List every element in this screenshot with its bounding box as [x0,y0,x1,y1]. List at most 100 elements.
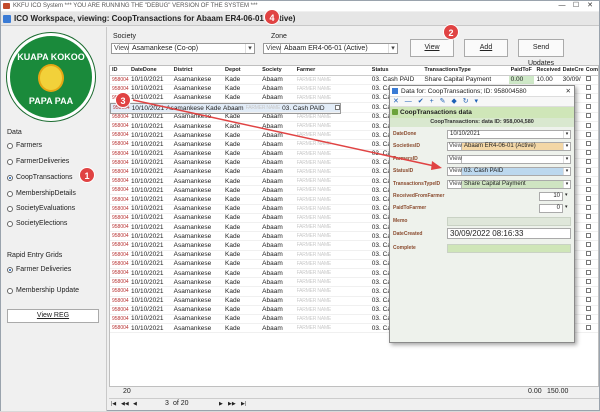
cell-complete[interactable] [583,84,598,94]
checkbox-icon[interactable] [585,251,591,257]
complete-checkbox[interactable] [447,244,571,254]
cell-complete[interactable] [583,167,598,178]
col-paid[interactable]: PaidToF [508,66,535,76]
cell-complete[interactable] [583,231,598,242]
spinner-icon[interactable]: ▾ [565,204,568,210]
cell-complete[interactable] [583,305,598,315]
checkbox-icon[interactable] [585,177,591,183]
cell-complete[interactable] [583,158,598,168]
cell-complete[interactable] [583,240,598,251]
col-datecreated[interactable]: DateCre [560,66,584,76]
cell-complete[interactable] [583,75,598,85]
cell-complete[interactable] [583,130,598,141]
checkbox-icon[interactable] [585,232,591,238]
radio-rapid-farmer-deliveries[interactable]: Farmer Deliveries [7,266,71,273]
minimize-button[interactable]: — [555,1,569,11]
cell-complete[interactable] [583,323,598,334]
table-row[interactable]: 95800410/10/2021AsamankeseKadeAbaamFARME… [110,103,341,115]
cell-complete[interactable] [583,296,598,306]
checkbox-icon[interactable] [585,150,591,156]
checkbox-icon[interactable] [585,324,591,330]
cell-complete[interactable] [583,185,598,196]
dialog-close-button[interactable]: ✕ [566,86,571,97]
cell-complete[interactable] [583,268,598,279]
farmers-field[interactable]: View ▾ [447,154,571,164]
col-received[interactable]: Received [534,66,561,76]
cell-complete[interactable] [583,286,598,297]
nav-last-button[interactable]: ▶| [241,401,246,407]
col-depot[interactable]: Depot [223,66,261,76]
cell-complete[interactable] [583,176,598,187]
col-id[interactable]: ID [110,66,129,76]
view-button[interactable]: View [410,39,454,57]
cell-complete[interactable] [583,93,598,104]
status-field[interactable]: View 03. Cash PAID ▾ [447,167,571,177]
nav-prev-page-button[interactable]: ◀◀ [121,401,129,407]
checkbox-icon[interactable] [585,122,591,128]
checkbox-icon[interactable] [585,306,591,312]
checkbox-icon[interactable] [585,278,591,284]
nav-next-button[interactable]: ▶ [219,401,223,407]
created-field[interactable]: 30/09/2022 08:16:33 [447,228,571,240]
checkbox-icon[interactable] [585,287,591,293]
cell-complete[interactable] [583,277,598,288]
memo-field[interactable] [447,216,571,226]
radio-society-elections[interactable]: SocietyElections [7,220,67,227]
cell-complete[interactable] [583,194,598,205]
radio-coop-transactions[interactable]: CoopTransactions [7,174,73,181]
datedone-field[interactable]: 10/10/2021 ▾ [447,130,571,139]
cell-complete[interactable] [332,104,340,114]
received-field[interactable]: 10 [539,191,563,201]
view-reg-button[interactable]: View REG [7,309,99,323]
cell-complete[interactable] [583,103,598,113]
nav-current-record[interactable]: 3 [165,400,169,407]
col-district[interactable]: District [171,66,224,76]
checkbox-icon[interactable] [585,241,591,247]
checkbox-icon[interactable] [585,269,591,275]
close-button[interactable]: ✕ [583,1,597,11]
checkbox-icon[interactable] [585,85,591,91]
checkbox-icon[interactable] [585,76,591,82]
checkbox-icon[interactable] [585,297,591,303]
col-complete[interactable]: Com [583,66,598,76]
add-button[interactable]: Add [464,39,508,57]
cell-complete[interactable] [583,259,598,269]
col-status[interactable]: Status [369,66,423,76]
society-select[interactable]: View Asamankese (Co-op) ▾ [111,43,255,54]
zone-select[interactable]: View Abaam ER4-06-01 (Active) ▾ [263,43,398,54]
cell-complete[interactable] [583,314,598,325]
checkbox-icon[interactable] [585,205,591,211]
checkbox-icon[interactable] [585,260,591,266]
checkbox-icon[interactable] [585,103,591,109]
zone-view-link[interactable]: View [264,44,281,53]
checkbox-icon[interactable] [585,315,591,321]
cell-complete[interactable] [583,112,598,122]
checkbox-icon[interactable] [334,105,340,111]
checkbox-icon[interactable] [585,140,591,146]
radio-farmer-deliveries[interactable]: FarmerDeliveries [7,158,69,165]
cell-complete[interactable] [583,222,598,233]
cell-complete[interactable] [583,250,598,260]
table-row[interactable]: 95800410/10/2021AsamankeseKadeAbaamFARME… [110,75,598,85]
radio-farmers[interactable]: Farmers [7,142,42,149]
checkbox-icon[interactable] [585,113,591,119]
checkbox-icon[interactable] [585,186,591,192]
col-society[interactable]: Society [260,66,295,76]
paid-field[interactable]: 0 [539,204,563,214]
dialog-tab[interactable]: CoopTransactions data [390,107,574,118]
checkbox-icon[interactable] [585,131,591,137]
societies-field[interactable]: View Abaam ER4-06-01 (Active) ▾ [447,142,571,152]
checkbox-icon[interactable] [585,196,591,202]
spinner-icon[interactable]: ▾ [565,192,568,198]
col-datedone[interactable]: DateDone [128,66,172,76]
cell-complete[interactable] [583,139,598,150]
radio-society-evaluations[interactable]: SocietyEvaluations [7,205,75,212]
checkbox-icon[interactable] [585,214,591,220]
dialog-toolbar[interactable]: ✕ — ✔ + ✎ ◆ ↻ ▾ [390,97,574,107]
nav-prev-button[interactable]: ◀ [133,401,137,407]
cell-complete[interactable] [583,121,598,132]
ttype-field[interactable]: View Share Capital Payment ▾ [447,179,571,189]
col-farmer[interactable]: Farmer [294,66,370,76]
cell-complete[interactable] [583,213,598,224]
society-view-link[interactable]: View [112,44,129,53]
